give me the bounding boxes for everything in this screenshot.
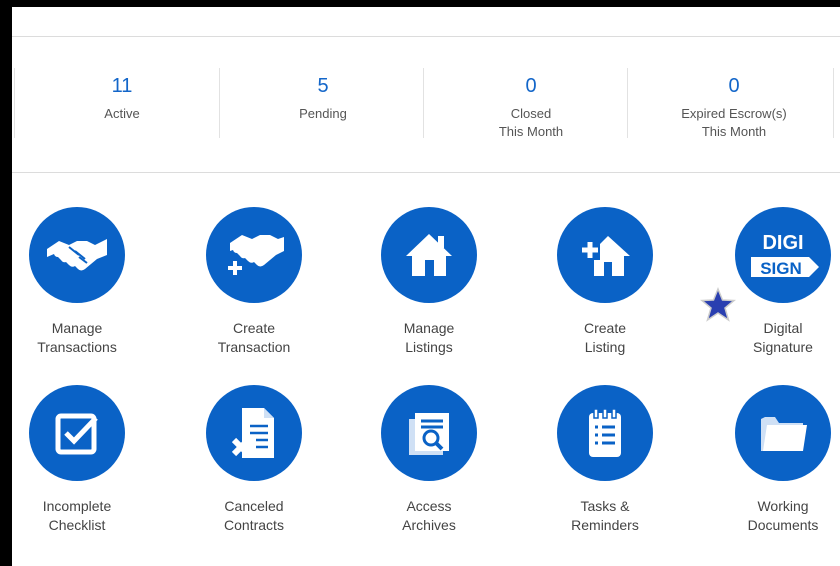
stat-divider [423, 68, 424, 138]
stat-active[interactable]: 11 Active [32, 74, 212, 123]
stat-divider [627, 68, 628, 138]
house-plus-icon [557, 207, 653, 303]
stat-active-label: Active [104, 106, 140, 121]
stat-divider [14, 68, 15, 138]
section-divider [12, 172, 840, 173]
stat-active-value: 11 [111, 75, 133, 97]
header-divider [12, 36, 840, 37]
manage-transactions-label: Manage Transactions [37, 320, 117, 355]
stat-expired-escrow-value: 0 [728, 75, 740, 97]
working-documents-button[interactable]: Working Documents [713, 385, 840, 535]
create-transaction-button[interactable]: Create Transaction [184, 207, 324, 357]
create-listing-label: Create Listing [583, 320, 627, 355]
tasks-reminders-button[interactable]: Tasks & Reminders [535, 385, 675, 535]
access-archives-button[interactable]: Access Archives [359, 385, 499, 535]
access-archives-label: Access Archives [402, 498, 456, 533]
stat-expired-escrow-label: Expired Escrow(s) This Month [681, 106, 787, 139]
folder-icon [735, 385, 831, 481]
create-listing-button[interactable]: Create Listing [535, 207, 675, 357]
working-documents-label: Working Documents [747, 498, 819, 533]
document-x-icon [206, 385, 302, 481]
window-frame-top [0, 0, 840, 7]
manage-listings-button[interactable]: Manage Listings [359, 207, 499, 357]
handshake-icon [29, 207, 125, 303]
stat-closed-label: Closed This Month [498, 106, 564, 139]
archive-search-icon [381, 385, 477, 481]
digisign-logo-top: DIGI [762, 232, 803, 254]
checkbox-icon [29, 385, 125, 481]
incomplete-checklist-button[interactable]: Incomplete Checklist [7, 385, 147, 535]
digital-signature-button[interactable]: DIGI SIGN Digital Signature [713, 207, 840, 357]
tasks-reminders-label: Tasks & Reminders [571, 498, 639, 533]
clipboard-icon [557, 385, 653, 481]
house-icon [381, 207, 477, 303]
incomplete-checklist-label: Incomplete Checklist [42, 498, 112, 533]
digital-signature-label: Digital Signature [753, 320, 813, 355]
create-transaction-label: Create Transaction [217, 320, 291, 355]
stat-pending-value: 5 [317, 75, 329, 97]
canceled-contracts-button[interactable]: Canceled Contracts [184, 385, 324, 535]
stat-closed-value: 0 [525, 75, 537, 97]
canceled-contracts-label: Canceled Contracts [224, 498, 284, 533]
digisign-logo-bottom: SIGN [760, 259, 802, 278]
stat-pending-label: Pending [299, 106, 347, 121]
stat-pending[interactable]: 5 Pending [233, 74, 413, 123]
stat-closed[interactable]: 0 Closed This Month [441, 74, 621, 141]
stat-divider [219, 68, 220, 138]
manage-listings-label: Manage Listings [403, 320, 455, 355]
manage-transactions-button[interactable]: Manage Transactions [7, 207, 147, 357]
digisign-icon: DIGI SIGN [735, 207, 831, 303]
handshake-plus-icon [206, 207, 302, 303]
stat-expired-escrow[interactable]: 0 Expired Escrow(s) This Month [644, 74, 824, 141]
stat-divider [833, 68, 834, 138]
favorite-star-icon[interactable] [700, 287, 736, 323]
